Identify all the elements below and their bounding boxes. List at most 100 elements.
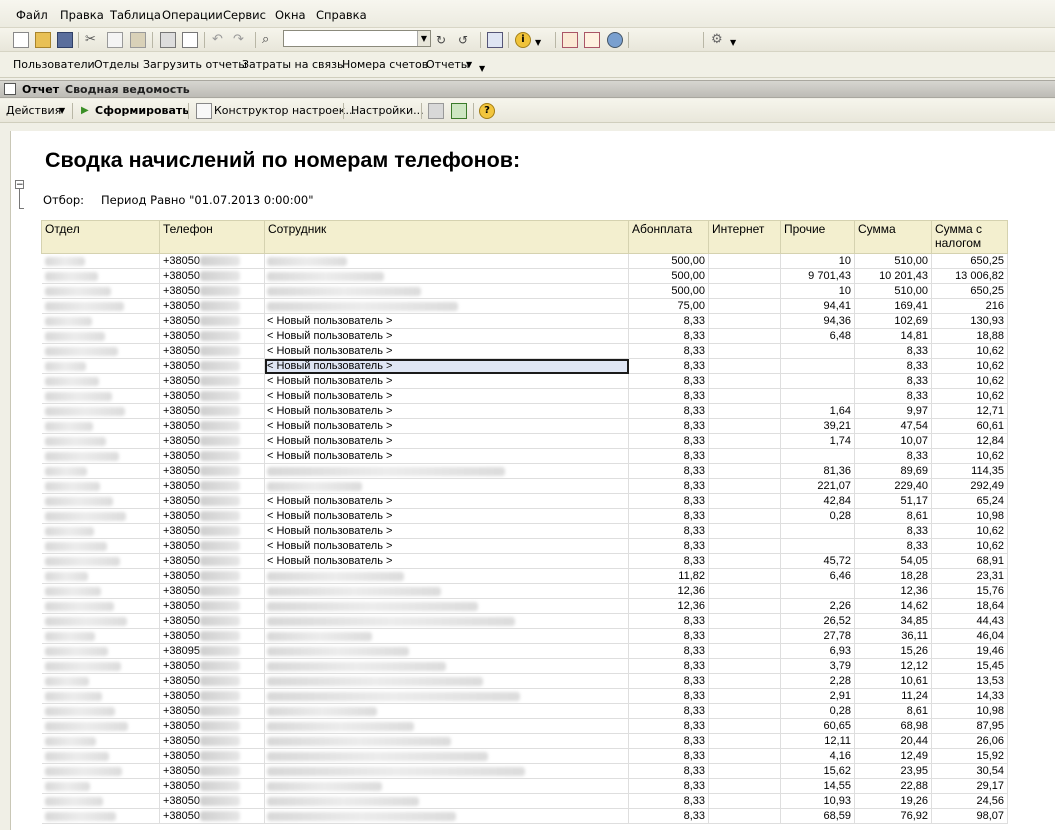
table-row[interactable]: +38050 8,33 68,59 76,92 98,07: [41, 808, 1008, 824]
table-row[interactable]: +38050 500,00 9 701,43 10 201,43 13 006,82: [41, 268, 1008, 284]
cell-sum[interactable]: 8,33: [854, 448, 932, 464]
cell-sum-tax[interactable]: 18,64: [931, 598, 1008, 614]
cell-employee[interactable]: < Новый пользователь >: [264, 313, 629, 329]
cell-sum-tax[interactable]: 18,88: [931, 328, 1008, 344]
cell-sum[interactable]: 10 201,43: [854, 268, 932, 284]
cell-fee[interactable]: 500,00: [628, 283, 709, 299]
cell-internet[interactable]: [708, 298, 781, 314]
cell-internet[interactable]: [708, 793, 781, 809]
cell-department[interactable]: [41, 778, 160, 794]
cell-internet[interactable]: [708, 508, 781, 524]
search-input[interactable]: ▼: [283, 30, 431, 47]
cell-employee[interactable]: [264, 808, 629, 824]
cell-employee[interactable]: < Новый пользователь >: [264, 343, 629, 359]
cell-other[interactable]: [780, 523, 855, 539]
cell-employee[interactable]: [264, 778, 629, 794]
calendar-icon[interactable]: [584, 32, 600, 48]
cell-fee[interactable]: 8,33: [628, 433, 709, 449]
cell-internet[interactable]: [708, 418, 781, 434]
cell-department[interactable]: [41, 763, 160, 779]
cell-sum-tax[interactable]: 15,45: [931, 658, 1008, 674]
cell-fee[interactable]: 8,33: [628, 658, 709, 674]
cell-phone[interactable]: +38050: [159, 733, 265, 749]
cell-employee[interactable]: [264, 763, 629, 779]
cell-department[interactable]: [41, 403, 160, 419]
cell-department[interactable]: [41, 733, 160, 749]
actions-menu-button[interactable]: Действия: [6, 104, 61, 117]
cell-internet[interactable]: [708, 403, 781, 419]
table-row[interactable]: +38050 8,33 60,65 68,98 87,95: [41, 718, 1008, 734]
cell-fee[interactable]: 8,33: [628, 733, 709, 749]
cell-phone[interactable]: +38050: [159, 418, 265, 434]
cell-sum[interactable]: 8,33: [854, 538, 932, 554]
table-row[interactable]: +38050 8,33 15,62 23,95 30,54: [41, 763, 1008, 779]
table-row[interactable]: +38050 < Новый пользователь >8,33 0,28 8,61…: [41, 508, 1008, 524]
cell-fee[interactable]: 8,33: [628, 373, 709, 389]
cell-sum-tax[interactable]: 10,98: [931, 508, 1008, 524]
cell-sum[interactable]: 51,17: [854, 493, 932, 509]
cell-phone[interactable]: +38050: [159, 763, 265, 779]
cell-fee[interactable]: 8,33: [628, 643, 709, 659]
cell-employee[interactable]: [264, 598, 629, 614]
cell-phone[interactable]: +38050: [159, 523, 265, 539]
cell-fee[interactable]: 8,33: [628, 343, 709, 359]
cell-sum[interactable]: 510,00: [854, 253, 932, 269]
report-document[interactable]: − Сводка начислений по номерам телефонов…: [10, 131, 1055, 830]
cell-internet[interactable]: [708, 358, 781, 374]
cell-fee[interactable]: 8,33: [628, 523, 709, 539]
cell-other[interactable]: 60,65: [780, 718, 855, 734]
cell-fee[interactable]: 500,00: [628, 253, 709, 269]
cell-sum-tax[interactable]: 10,62: [931, 538, 1008, 554]
cell-internet[interactable]: [708, 628, 781, 644]
copy-icon[interactable]: [107, 32, 123, 48]
cell-department[interactable]: [41, 388, 160, 404]
cell-sum[interactable]: 8,33: [854, 373, 932, 389]
cell-employee[interactable]: [264, 253, 629, 269]
cell-sum[interactable]: 47,54: [854, 418, 932, 434]
cell-sum-tax[interactable]: 650,25: [931, 283, 1008, 299]
cell-department[interactable]: [41, 688, 160, 704]
cell-sum[interactable]: 14,62: [854, 598, 932, 614]
cell-sum[interactable]: 8,33: [854, 388, 932, 404]
cell-fee[interactable]: 11,82: [628, 568, 709, 584]
cell-fee[interactable]: 8,33: [628, 358, 709, 374]
link-communication-costs[interactable]: Затраты на связь: [242, 58, 343, 71]
table-row[interactable]: +38050 < Новый пользователь >8,33 8,33 10,6…: [41, 538, 1008, 554]
table-row[interactable]: +38050 < Новый пользователь >8,33 8,33 10,6…: [41, 373, 1008, 389]
cell-fee[interactable]: 8,33: [628, 448, 709, 464]
save-settings-icon[interactable]: [428, 103, 444, 119]
cell-other[interactable]: 1,64: [780, 403, 855, 419]
print-icon[interactable]: [160, 32, 176, 48]
cell-fee[interactable]: 8,33: [628, 478, 709, 494]
cell-sum[interactable]: 10,07: [854, 433, 932, 449]
cell-internet[interactable]: [708, 253, 781, 269]
table-row[interactable]: +38050 8,33 27,78 36,11 46,04: [41, 628, 1008, 644]
table-row[interactable]: +38050 8,33 14,55 22,88 29,17: [41, 778, 1008, 794]
table-row[interactable]: +38050 < Новый пользователь >8,33 42,84 51,…: [41, 493, 1008, 509]
cell-department[interactable]: [41, 523, 160, 539]
cell-phone[interactable]: +38050: [159, 283, 265, 299]
cell-internet[interactable]: [708, 718, 781, 734]
cell-internet[interactable]: [708, 448, 781, 464]
menu-windows[interactable]: Окна: [275, 8, 306, 22]
cell-sum[interactable]: 36,11: [854, 628, 932, 644]
table-row[interactable]: +38050 12,36 2,26 14,62 18,64: [41, 598, 1008, 614]
cell-other[interactable]: [780, 343, 855, 359]
cell-employee[interactable]: [264, 658, 629, 674]
cell-internet[interactable]: [708, 598, 781, 614]
cell-internet[interactable]: [708, 763, 781, 779]
cell-phone[interactable]: +38050: [159, 343, 265, 359]
table-row[interactable]: +38050 8,33 12,11 20,44 26,06: [41, 733, 1008, 749]
cell-sum-tax[interactable]: 130,93: [931, 313, 1008, 329]
cell-department[interactable]: [41, 463, 160, 479]
cell-fee[interactable]: 8,33: [628, 763, 709, 779]
cell-employee[interactable]: < Новый пользователь >: [264, 523, 629, 539]
cell-internet[interactable]: [708, 733, 781, 749]
cell-sum-tax[interactable]: 12,71: [931, 403, 1008, 419]
new-document-icon[interactable]: [13, 32, 29, 48]
cell-department[interactable]: [41, 298, 160, 314]
redo-icon[interactable]: ↷: [233, 32, 249, 48]
cell-internet[interactable]: [708, 328, 781, 344]
cell-phone[interactable]: +38050: [159, 703, 265, 719]
cell-employee[interactable]: < Новый пользователь >: [264, 403, 629, 419]
